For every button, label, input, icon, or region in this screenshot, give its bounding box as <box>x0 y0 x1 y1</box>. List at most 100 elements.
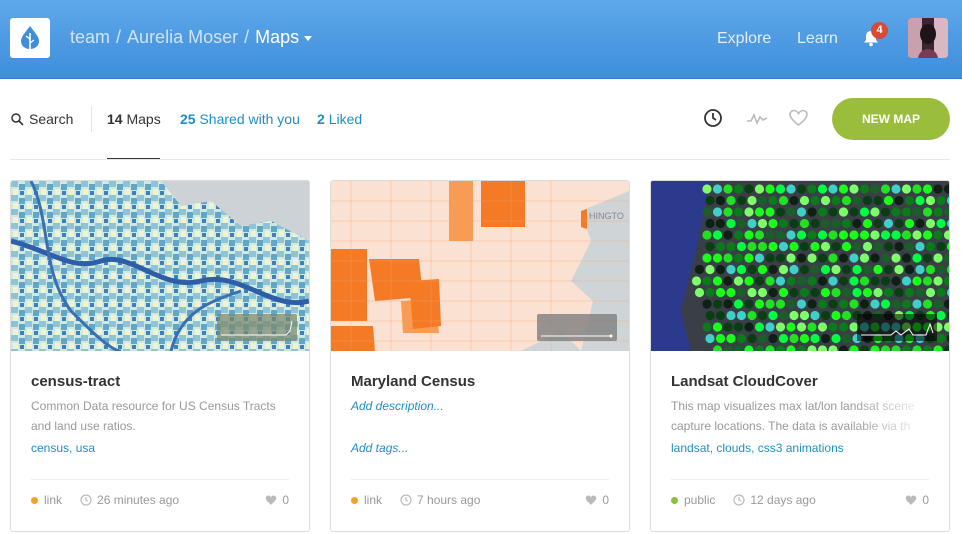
nav-explore[interactable]: Explore <box>717 30 771 48</box>
add-tags-link[interactable]: Add tags... <box>351 441 408 455</box>
map-title[interactable]: Landsat CloudCover <box>671 373 818 390</box>
landsat-dot <box>925 264 936 275</box>
landsat-dot <box>820 195 831 206</box>
landsat-dot <box>901 230 912 240</box>
landsat-dot <box>754 299 765 309</box>
privacy-dot <box>31 496 38 504</box>
landsat-dot <box>807 207 817 217</box>
tag-link[interactable]: landsat <box>671 441 710 455</box>
landsat-dot <box>852 241 862 252</box>
landsat-dot <box>712 184 723 194</box>
landsat-dot <box>786 322 796 332</box>
breadcrumb-separator: / <box>244 27 250 47</box>
landsat-dot <box>891 230 901 240</box>
landsat-dot <box>880 253 891 263</box>
privacy-label[interactable]: link <box>364 493 382 507</box>
landsat-dot <box>757 333 768 344</box>
landsat-dot <box>922 276 933 286</box>
tag-link[interactable]: clouds <box>716 441 751 455</box>
landsat-dot <box>799 218 810 229</box>
landsat-dot <box>828 184 838 194</box>
breadcrumb-current[interactable]: Maps <box>255 27 299 47</box>
nav-learn[interactable]: Learn <box>797 30 838 48</box>
landsat-dot <box>894 264 904 275</box>
like-button[interactable]: 0 <box>905 493 929 507</box>
map-thumbnail[interactable]: HINGTO <box>331 181 629 351</box>
landsat-dot <box>891 299 901 309</box>
landsat-dot <box>922 230 933 240</box>
landsat-dot <box>744 322 754 332</box>
landsat-dot <box>891 276 901 286</box>
landsat-dot <box>904 241 915 252</box>
landsat-dot <box>915 241 925 252</box>
landsat-dot <box>817 276 828 286</box>
landsat-dot <box>817 322 828 332</box>
landsat-dot <box>841 241 852 252</box>
map-card[interactable]: Landsat CloudCover This map visualizes m… <box>650 180 950 532</box>
landsat-dot <box>859 299 870 309</box>
landsat-dot <box>786 230 796 240</box>
landsat-dot <box>915 195 925 206</box>
map-thumbnail[interactable] <box>11 181 309 351</box>
landsat-dot <box>831 264 841 275</box>
landsat-dot <box>765 184 775 194</box>
landsat-dot <box>880 230 891 240</box>
tag-link[interactable]: css3 animations <box>758 441 844 455</box>
landsat-dot <box>733 230 744 240</box>
tag-link[interactable]: census <box>31 441 69 455</box>
avatar[interactable] <box>908 18 948 58</box>
like-button[interactable]: 0 <box>265 493 289 507</box>
tab-liked[interactable]: 2 Liked <box>317 111 362 127</box>
tab-maps[interactable]: 14 Maps <box>107 111 161 127</box>
breadcrumb-user[interactable]: Aurelia Moser <box>127 27 238 47</box>
landsat-dot <box>778 218 789 229</box>
tag-link[interactable]: usa <box>76 441 95 455</box>
landsat-dot <box>694 264 705 275</box>
tab-count: 25 <box>180 111 196 127</box>
landsat-dot <box>723 276 733 286</box>
activity-sort-icon[interactable] <box>746 108 768 128</box>
landsat-dot <box>922 299 933 309</box>
landsat-dot <box>880 276 891 286</box>
landsat-dot <box>883 218 894 229</box>
breadcrumb: team / Aurelia Moser / Maps <box>70 27 313 48</box>
privacy-label[interactable]: public <box>684 493 715 507</box>
map-tags: landsat, clouds, css3 animations <box>671 441 844 455</box>
privacy-label[interactable]: link <box>44 493 62 507</box>
landsat-dot <box>838 207 849 217</box>
map-title[interactable]: census-tract <box>31 373 120 390</box>
map-title[interactable]: Maryland Census <box>351 373 475 390</box>
landsat-dot <box>789 287 799 298</box>
chevron-down-icon[interactable] <box>304 35 313 41</box>
heart-sort-icon[interactable] <box>788 108 809 128</box>
landsat-dot <box>936 218 946 229</box>
like-button[interactable]: 0 <box>585 493 609 507</box>
landsat-dot <box>786 299 796 309</box>
landsat-dot <box>862 264 873 275</box>
clock-sort-icon[interactable] <box>703 108 723 128</box>
add-description-link[interactable]: Add description... <box>351 396 613 416</box>
landsat-dot <box>810 218 820 229</box>
landsat-dot <box>705 310 715 321</box>
map-card[interactable]: HINGTO Maryland Census Add description..… <box>330 180 630 532</box>
tab-shared[interactable]: 25 Shared with you <box>180 111 300 127</box>
landsat-dot <box>715 310 726 321</box>
divider <box>91 106 92 132</box>
map-card[interactable]: census-tract Common Data resource for US… <box>10 180 310 532</box>
landsat-dot <box>849 253 859 263</box>
new-map-button[interactable]: NEW MAP <box>832 98 950 140</box>
breadcrumb-team[interactable]: team <box>70 27 110 47</box>
landsat-dot <box>912 230 922 240</box>
landsat-dot <box>849 230 859 240</box>
search-button[interactable]: Search <box>11 111 73 127</box>
landsat-dot <box>870 276 880 286</box>
landsat-dot <box>810 241 820 252</box>
search-label: Search <box>29 111 74 127</box>
landsat-dot <box>870 299 880 309</box>
map-thumbnail[interactable] <box>651 181 949 351</box>
landsat-dot <box>733 299 744 309</box>
cartodb-logo[interactable] <box>10 18 50 58</box>
landsat-dot <box>765 230 775 240</box>
landsat-dot <box>817 230 828 240</box>
landsat-dot <box>807 276 817 286</box>
